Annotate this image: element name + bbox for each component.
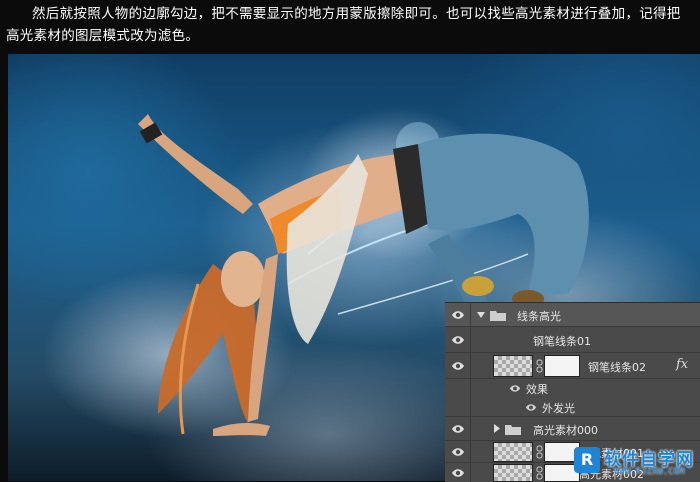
effects-label: 效果 [526,383,548,396]
site-watermark: R 软件自学网 WWW.RJZXW.COM [574,443,700,481]
layer-label: 高光素材000 [533,424,598,437]
layer-row-effects[interactable]: 效果 [445,379,700,398]
layer-label: 线条高光 [517,310,561,323]
visibility-eye-icon[interactable] [445,353,471,378]
visibility-eye-icon[interactable] [445,417,471,440]
layer-thumbnail [493,355,533,377]
folder-icon [490,311,506,321]
layer-row-group-line-highlight[interactable]: 线条高光 [445,303,700,327]
visibility-eye-icon[interactable] [445,463,471,482]
layer-row-pen-line-01[interactable]: 钢笔线条01 [445,327,700,353]
visibility-eye-icon[interactable] [445,441,471,462]
fx-icon[interactable]: fx [676,357,688,372]
visibility-eye-icon[interactable] [445,327,471,352]
layer-row-group-highlight-000[interactable]: 高光素材000 [445,417,700,441]
visibility-eye-icon[interactable] [445,303,471,326]
layer-row-outer-glow[interactable]: 外发光 [445,398,700,417]
caption-line-2: 高光素材的图层模式改为滤色。 [6,28,200,44]
layer-label: 钢笔线条01 [533,335,591,348]
watermark-logo: R [574,447,600,473]
article-caption: 然后就按照人物的边廓勾边，把不需要显示的地方用蒙版擦除即可。也可以找些高光素材进… [0,0,700,52]
layer-row-pen-line-02[interactable]: 钢笔线条02 fx [445,353,700,379]
link-chain-icon[interactable] [536,359,543,373]
folder-icon [505,425,521,435]
layer-thumbnail [493,464,533,482]
effect-label: 外发光 [542,402,575,415]
link-chain-icon[interactable] [536,466,543,480]
triangle-right-icon[interactable] [493,424,501,433]
layer-mask-thumbnail [544,355,580,377]
link-chain-icon[interactable] [536,445,543,459]
triangle-down-icon[interactable] [477,311,485,319]
effects-eye-icon[interactable] [509,384,521,393]
watermark-url: WWW.RJZXW.COM [614,467,685,477]
layer-thumbnail [493,442,533,462]
visibility-eye-spacer [445,398,471,416]
caption-line-1: 然后就按照人物的边廓勾边，把不需要显示的地方用蒙版擦除即可。也可以找些高光素材进… [32,6,681,22]
visibility-eye-spacer [445,379,471,398]
layer-label: 钢笔线条02 [588,361,646,374]
effect-eye-icon[interactable] [525,403,537,412]
